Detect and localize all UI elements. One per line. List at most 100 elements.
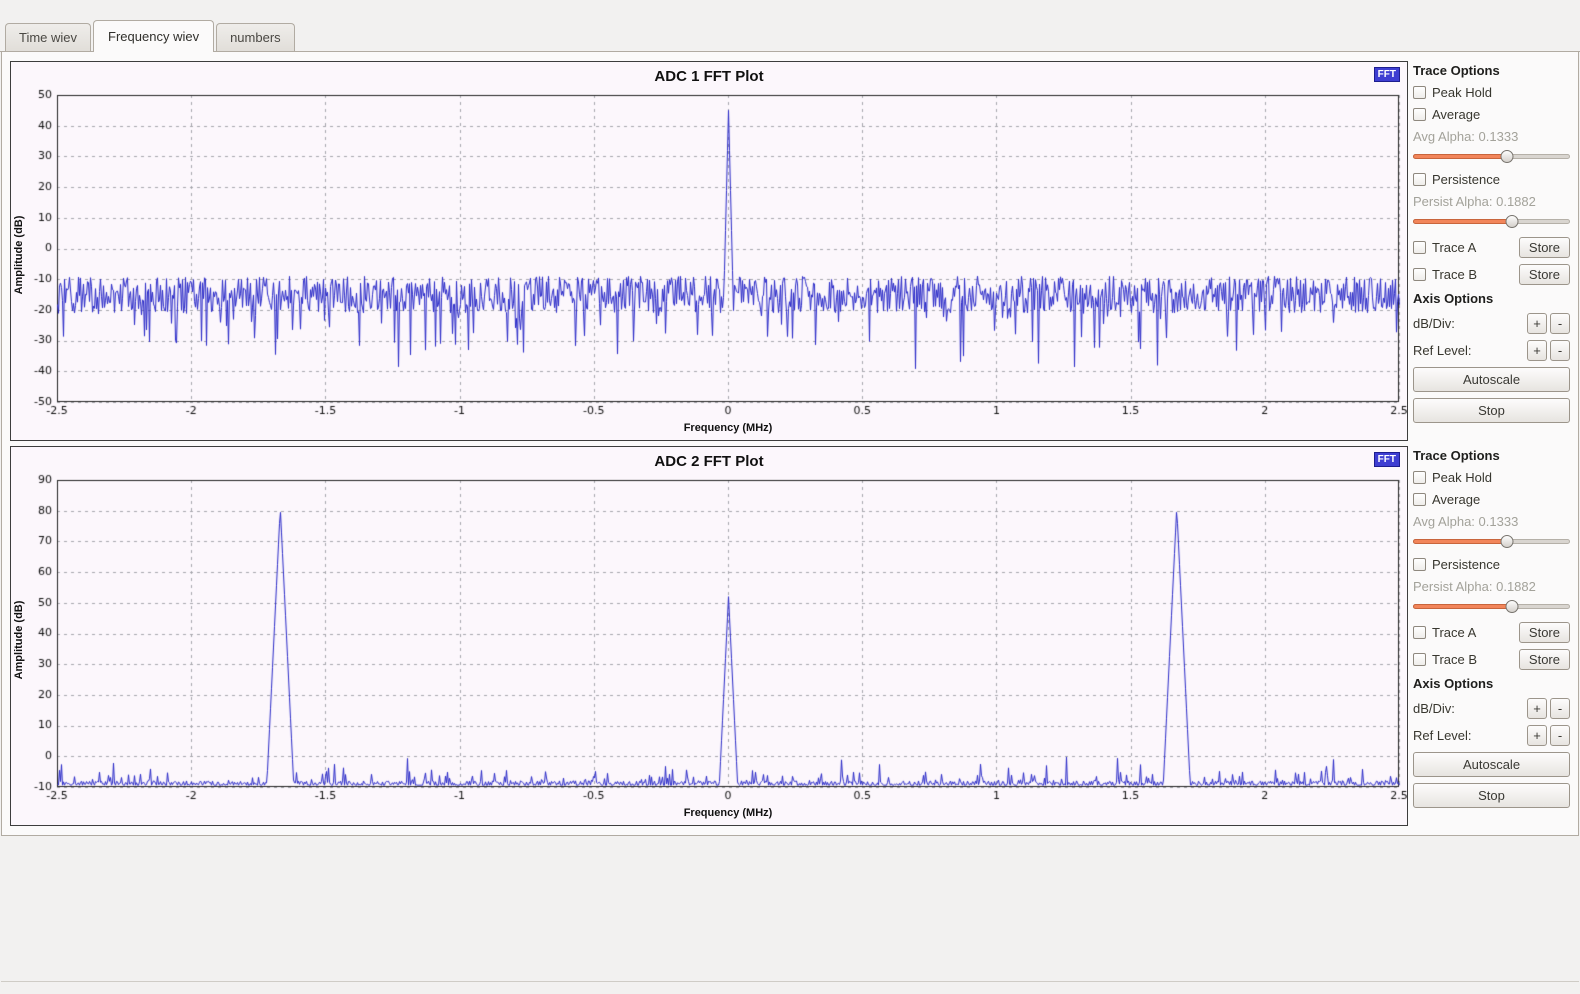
autoscale-button[interactable]: Autoscale — [1413, 367, 1570, 392]
persist-alpha-slider-fill — [1413, 219, 1512, 224]
ref-level-minus-button[interactable]: - — [1550, 340, 1570, 361]
adc1-plot-titlebar: ADC 1 FFT Plot FFT — [11, 62, 1407, 88]
trace-b-checkbox-group: Trace B — [1413, 652, 1477, 667]
adc1-row: ADC 1 FFT Plot FFT Amplitude (dB) Freque… — [10, 61, 1570, 441]
adc2-controls-panel: Trace Options Peak Hold Average Avg Alph… — [1413, 446, 1570, 826]
average-checkbox[interactable] — [1413, 108, 1426, 121]
trace-b-store-button[interactable]: Store — [1519, 649, 1570, 670]
trace-a-row: Trace A Store — [1413, 622, 1570, 643]
trace-a-checkbox[interactable] — [1413, 241, 1426, 254]
trace-a-store-button[interactable]: Store — [1519, 237, 1570, 258]
avg-alpha-slider[interactable] — [1413, 534, 1570, 548]
adc1-y-axis-label: Amplitude (dB) — [13, 216, 25, 295]
tab-frequency-view[interactable]: Frequency wiev — [93, 20, 214, 52]
trace-a-store-button[interactable]: Store — [1519, 622, 1570, 643]
adc1-y-axis-label-wrap: Amplitude (dB) — [11, 88, 27, 422]
ref-level-row: Ref Level: + - — [1413, 340, 1570, 361]
ref-level-plus-button[interactable]: + — [1527, 725, 1547, 746]
persistence-row: Persistence — [1413, 172, 1570, 187]
tab-bar: Time wiev Frequency wiev numbers — [0, 0, 1580, 52]
stop-button[interactable]: Stop — [1413, 783, 1570, 808]
trace-b-label: Trace B — [1432, 652, 1477, 667]
peak-hold-checkbox[interactable] — [1413, 86, 1426, 99]
trace-options-heading: Trace Options — [1413, 63, 1570, 78]
persistence-label: Persistence — [1432, 557, 1500, 572]
ref-level-minus-button[interactable]: - — [1550, 725, 1570, 746]
persist-alpha-slider-handle[interactable] — [1505, 600, 1518, 613]
db-div-row: dB/Div: + - — [1413, 313, 1570, 334]
adc2-fft-plot-panel: ADC 2 FFT Plot FFT Amplitude (dB) Freque… — [10, 446, 1408, 826]
trace-b-row: Trace B Store — [1413, 649, 1570, 670]
avg-alpha-slider-fill — [1413, 539, 1507, 544]
db-div-minus-button[interactable]: - — [1550, 313, 1570, 334]
trace-b-checkbox[interactable] — [1413, 268, 1426, 281]
db-div-minus-button[interactable]: - — [1550, 698, 1570, 719]
trace-a-row: Trace A Store — [1413, 237, 1570, 258]
persist-alpha-slider[interactable] — [1413, 214, 1570, 228]
persistence-checkbox[interactable] — [1413, 173, 1426, 186]
adc2-fft-canvas[interactable] — [11, 473, 1407, 807]
peak-hold-row: Peak Hold — [1413, 85, 1570, 100]
db-div-label: dB/Div: — [1413, 316, 1455, 331]
peak-hold-row: Peak Hold — [1413, 470, 1570, 485]
trace-b-checkbox[interactable] — [1413, 653, 1426, 666]
ref-level-label: Ref Level: — [1413, 728, 1472, 743]
db-div-plus-button[interactable]: + — [1527, 698, 1547, 719]
avg-alpha-slider[interactable] — [1413, 149, 1570, 163]
fft-badge: FFT — [1374, 67, 1400, 82]
avg-alpha-slider-handle[interactable] — [1501, 150, 1514, 163]
frequency-view-content: ADC 1 FFT Plot FFT Amplitude (dB) Freque… — [1, 52, 1579, 836]
trace-b-checkbox-group: Trace B — [1413, 267, 1477, 282]
stop-button[interactable]: Stop — [1413, 398, 1570, 423]
fft-badge: FFT — [1374, 452, 1400, 467]
trace-b-row: Trace B Store — [1413, 264, 1570, 285]
average-label: Average — [1432, 492, 1480, 507]
adc2-x-axis-label: Frequency (MHz) — [57, 807, 1399, 823]
trace-a-checkbox-group: Trace A — [1413, 625, 1476, 640]
avg-alpha-slider-handle[interactable] — [1501, 535, 1514, 548]
adc2-y-axis-label-wrap: Amplitude (dB) — [11, 473, 27, 807]
adc1-plot-area: Amplitude (dB) — [11, 88, 1407, 422]
axis-options-heading: Axis Options — [1413, 291, 1570, 306]
persist-alpha-slider-handle[interactable] — [1505, 215, 1518, 228]
average-checkbox[interactable] — [1413, 493, 1426, 506]
trace-a-checkbox[interactable] — [1413, 626, 1426, 639]
adc1-controls-panel: Trace Options Peak Hold Average Avg Alph… — [1413, 61, 1570, 441]
persist-alpha-slider-fill — [1413, 604, 1512, 609]
db-div-label: dB/Div: — [1413, 701, 1455, 716]
average-label: Average — [1432, 107, 1480, 122]
tab-numbers[interactable]: numbers — [216, 23, 295, 51]
trace-a-label: Trace A — [1432, 625, 1476, 640]
adc1-fft-canvas[interactable] — [11, 88, 1407, 422]
trace-a-label: Trace A — [1432, 240, 1476, 255]
trace-b-label: Trace B — [1432, 267, 1477, 282]
ref-level-plus-button[interactable]: + — [1527, 340, 1547, 361]
adc1-fft-plot-panel: ADC 1 FFT Plot FFT Amplitude (dB) Freque… — [10, 61, 1408, 441]
average-row: Average — [1413, 492, 1570, 507]
trace-a-checkbox-group: Trace A — [1413, 240, 1476, 255]
persistence-row: Persistence — [1413, 557, 1570, 572]
adc2-plot-title: ADC 2 FFT Plot — [11, 447, 1407, 470]
empty-area — [1, 836, 1579, 982]
adc2-y-axis-label: Amplitude (dB) — [13, 601, 25, 680]
ref-level-row: Ref Level: + - — [1413, 725, 1570, 746]
adc2-row: ADC 2 FFT Plot FFT Amplitude (dB) Freque… — [10, 446, 1570, 826]
db-div-row: dB/Div: + - — [1413, 698, 1570, 719]
peak-hold-checkbox[interactable] — [1413, 471, 1426, 484]
autoscale-button[interactable]: Autoscale — [1413, 752, 1570, 777]
average-row: Average — [1413, 107, 1570, 122]
trace-options-heading: Trace Options — [1413, 448, 1570, 463]
db-div-plus-button[interactable]: + — [1527, 313, 1547, 334]
persist-alpha-slider[interactable] — [1413, 599, 1570, 613]
adc2-plot-area: Amplitude (dB) — [11, 473, 1407, 807]
adc2-plot-titlebar: ADC 2 FFT Plot FFT — [11, 447, 1407, 473]
avg-alpha-label: Avg Alpha: 0.1333 — [1413, 129, 1570, 144]
adc1-x-axis-label: Frequency (MHz) — [57, 422, 1399, 438]
trace-b-store-button[interactable]: Store — [1519, 264, 1570, 285]
tab-time-view[interactable]: Time wiev — [5, 23, 91, 51]
avg-alpha-label: Avg Alpha: 0.1333 — [1413, 514, 1570, 529]
avg-alpha-slider-fill — [1413, 154, 1507, 159]
peak-hold-label: Peak Hold — [1432, 85, 1492, 100]
peak-hold-label: Peak Hold — [1432, 470, 1492, 485]
persistence-checkbox[interactable] — [1413, 558, 1426, 571]
